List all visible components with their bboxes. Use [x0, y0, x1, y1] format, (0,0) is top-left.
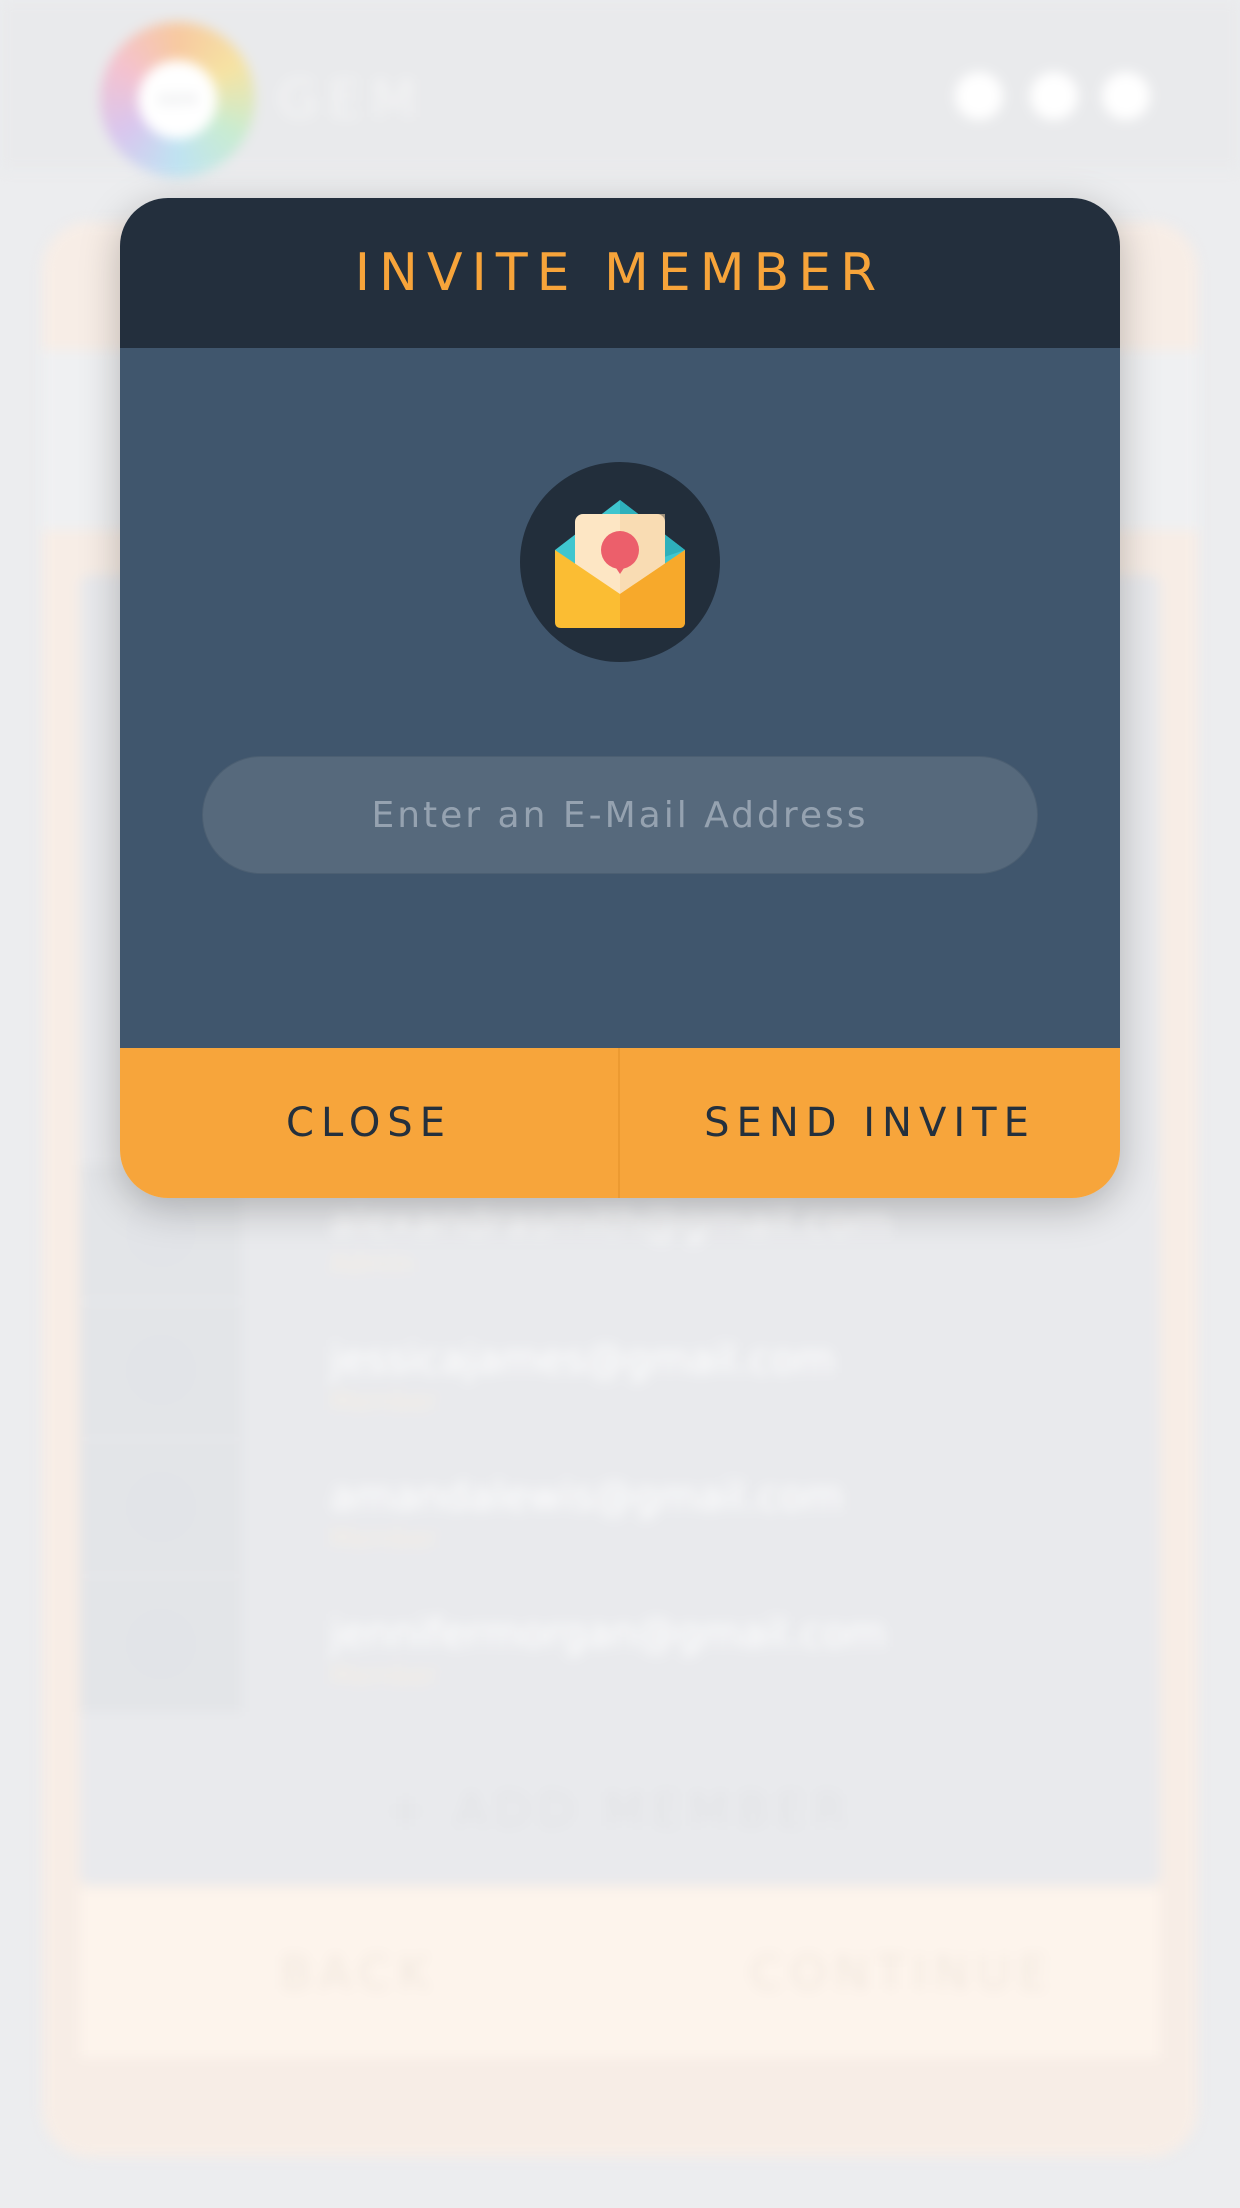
- continue-button[interactable]: CONTINUE: [750, 1946, 1056, 2000]
- notifications-icon[interactable]: [1030, 72, 1078, 120]
- member-role: Member: [330, 1524, 437, 1554]
- background-footer: BACK CONTINUE: [80, 1888, 1160, 2058]
- member-role: Admin: [330, 1249, 413, 1279]
- back-button[interactable]: BACK: [280, 1946, 437, 2000]
- app-logo: GEM: [100, 22, 255, 177]
- dialog-title: INVITE MEMBER: [354, 243, 886, 303]
- info-icon[interactable]: [1102, 72, 1150, 120]
- email-input[interactable]: [202, 756, 1038, 874]
- list-item[interactable]: jennifermorgan@gmail.com Member: [80, 1577, 1160, 1712]
- member-role: Member: [330, 1661, 437, 1691]
- dialog-footer: CLOSE SEND INVITE: [120, 1048, 1120, 1198]
- top-bar: GEM GEM: [0, 0, 1240, 177]
- member-email: jennifermorgan@gmail.com: [330, 1611, 886, 1657]
- member-email: amandalewis@gmail.com: [330, 1474, 843, 1520]
- member-email: alexandrasmith@gmail.com: [330, 1199, 891, 1245]
- member-role: Member: [330, 1387, 437, 1417]
- avatar: [126, 1609, 196, 1679]
- dialog-body: [120, 348, 1120, 1048]
- send-invite-button[interactable]: SEND INVITE: [620, 1048, 1120, 1198]
- list-item[interactable]: jessicajames@gmail.com Member: [80, 1303, 1160, 1438]
- member-email: jessicajames@gmail.com: [330, 1337, 835, 1383]
- avatar: [126, 1335, 196, 1405]
- dialog-header: INVITE MEMBER: [120, 198, 1120, 348]
- settings-icon[interactable]: [955, 72, 1003, 120]
- list-item[interactable]: amandalewis@gmail.com Member: [80, 1440, 1160, 1575]
- avatar: [126, 1197, 196, 1267]
- add-member-button[interactable]: + ADD MEMBER: [80, 1740, 1160, 1880]
- close-button[interactable]: CLOSE: [120, 1048, 620, 1198]
- envelope-icon: [555, 500, 685, 628]
- logo-text: GEM: [278, 70, 427, 130]
- invite-member-dialog: INVITE MEMBER CLOSE SEND INVITE: [120, 198, 1120, 1198]
- logo-badge: GEM: [138, 60, 217, 139]
- avatar: [126, 1472, 196, 1542]
- envelope-invitation-icon: [520, 462, 720, 662]
